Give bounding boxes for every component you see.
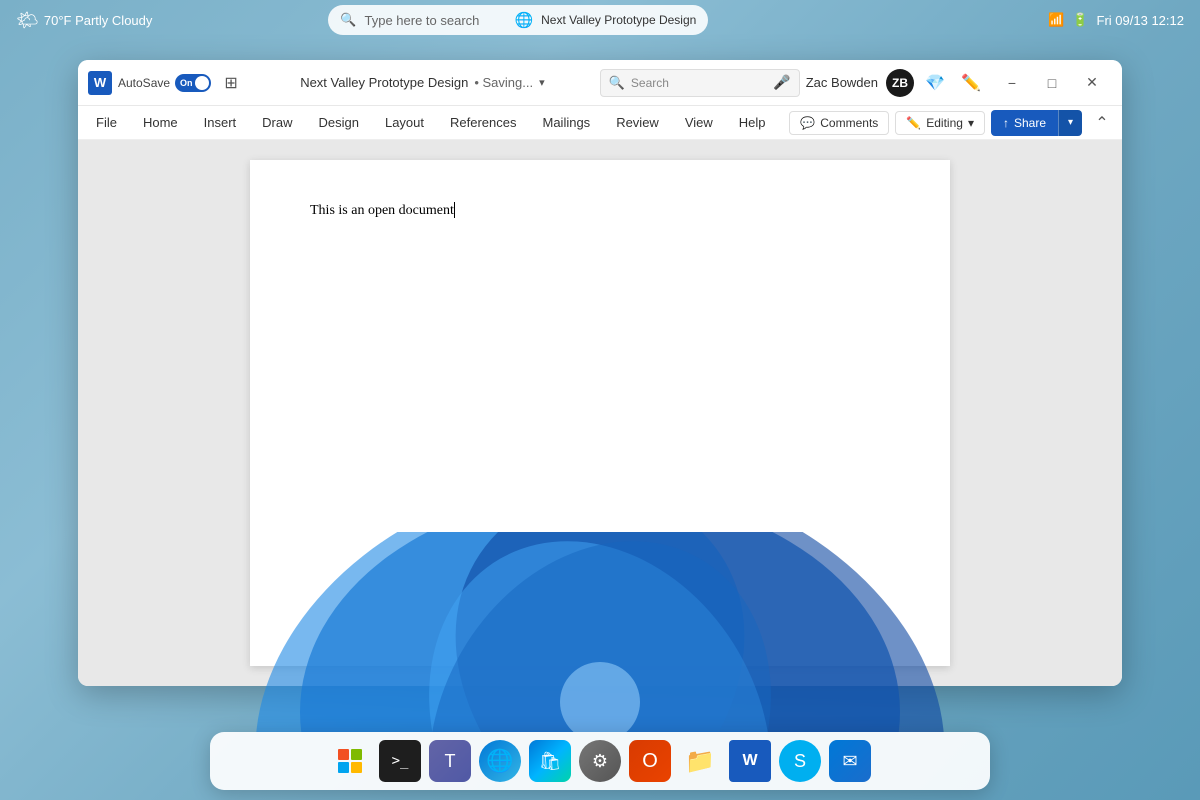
document-text: This is an open document — [310, 203, 454, 218]
taskbar-icon-explorer[interactable]: 📁 — [679, 740, 721, 782]
tab-insert[interactable]: Insert — [192, 110, 249, 135]
comments-label: Comments — [820, 116, 878, 130]
editing-label: Editing — [926, 116, 963, 130]
system-tray: 📶 🔋 Fri 09/13 12:12 — [1048, 12, 1184, 28]
ribbon-tabs: File Home Insert Draw Design Layout Refe… — [78, 106, 1122, 140]
tab-mailings[interactable]: Mailings — [531, 110, 603, 135]
share-button[interactable]: ↑ Share — [991, 110, 1058, 136]
tab-file[interactable]: File — [84, 110, 129, 135]
taskbar-icon-teams[interactable]: T — [429, 740, 471, 782]
wifi-icon[interactable]: 📶 — [1048, 12, 1064, 28]
pen-icon[interactable]: ✏️ — [956, 68, 986, 98]
taskbar-icon-store[interactable]: 🛍 — [529, 740, 571, 782]
ribbon-actions: 💬 Comments ✏️ Editing ▾ ↑ Share ▾ ⌃ — [789, 109, 1116, 137]
editing-button[interactable]: ✏️ Editing ▾ — [895, 111, 985, 135]
tab-home[interactable]: Home — [131, 110, 190, 135]
taskbar-icon-mail[interactable]: ✉ — [829, 740, 871, 782]
top-bar: 🌤 70°F Partly Cloudy 🔍 Type here to sear… — [0, 0, 1200, 40]
autosave-area: AutoSave On — [118, 74, 211, 92]
weather-text: 70°F Partly Cloudy — [44, 13, 153, 28]
tab-review[interactable]: Review — [604, 110, 671, 135]
skype-icon: S — [794, 751, 806, 772]
title-bar: W AutoSave On ⊞ Next Valley Prototype De… — [78, 60, 1122, 106]
doc-title-text: Next Valley Prototype Design — [300, 75, 468, 90]
maximize-button[interactable]: □ — [1032, 67, 1072, 99]
share-icon: ↑ — [1003, 116, 1009, 130]
share-group: ↑ Share ▾ — [991, 110, 1082, 136]
settings-icon: ⚙ — [592, 751, 608, 772]
editing-icon: ✏️ — [906, 116, 921, 130]
taskbar-icon-settings[interactable]: ⚙ — [579, 740, 621, 782]
taskbar-icon-word[interactable]: W — [729, 740, 771, 782]
toggle-circle — [195, 76, 209, 90]
autosave-toggle[interactable]: On — [175, 74, 211, 92]
taskbar-icon-office[interactable]: O — [629, 740, 671, 782]
saving-indicator: • Saving... — [474, 75, 533, 90]
user-name: Zac Bowden — [806, 75, 878, 90]
title-chevron-icon[interactable]: ▾ — [539, 76, 545, 89]
taskbar-app-label: Next Valley Prototype Design — [541, 13, 696, 27]
taskbar-search[interactable]: 🔍 Type here to search 🌐 Next Valley Prot… — [328, 5, 708, 35]
window-controls: − □ ✕ — [992, 67, 1112, 99]
taskbar: >_ T 🌐 🛍 ⚙ O 📁 W S ✉ — [210, 732, 990, 790]
document-content[interactable]: This is an open document — [310, 200, 890, 221]
minimize-button[interactable]: − — [992, 67, 1032, 99]
weather-icon: 🌤 — [16, 10, 39, 31]
taskbar-icon-edge[interactable]: 🌐 — [479, 740, 521, 782]
search-box-placeholder: Search — [631, 76, 767, 90]
tab-draw[interactable]: Draw — [250, 110, 304, 135]
taskbar-icon-terminal[interactable]: >_ — [379, 740, 421, 782]
office-icon: O — [642, 750, 658, 773]
tab-references[interactable]: References — [438, 110, 528, 135]
comments-icon: 💬 — [800, 116, 815, 130]
teams-icon: T — [445, 751, 456, 772]
tab-view[interactable]: View — [673, 110, 725, 135]
word-window: W AutoSave On ⊞ Next Valley Prototype De… — [78, 60, 1122, 686]
autosave-label: AutoSave — [118, 76, 170, 90]
mail-icon: ✉ — [842, 751, 857, 772]
diamond-icon[interactable]: 💎 — [920, 68, 950, 98]
collapse-ribbon-button[interactable]: ⌃ — [1088, 109, 1116, 137]
battery-icon[interactable]: 🔋 — [1072, 12, 1088, 28]
ribbon-search-box[interactable]: 🔍 Search 🎤 — [600, 69, 800, 97]
store-icon: 🛍 — [539, 751, 562, 772]
search-placeholder-text: Type here to search — [365, 13, 507, 28]
explorer-icon: 📁 — [685, 747, 715, 776]
document-page[interactable]: This is an open document — [250, 160, 950, 666]
tab-layout[interactable]: Layout — [373, 110, 436, 135]
quick-access-button[interactable]: ⊞ — [217, 69, 245, 97]
text-cursor — [454, 202, 455, 218]
taskbar-icon-skype[interactable]: S — [779, 740, 821, 782]
share-dropdown-button[interactable]: ▾ — [1058, 110, 1082, 136]
weather-widget[interactable]: 🌤 70°F Partly Cloudy — [16, 10, 152, 31]
avatar[interactable]: ZB — [886, 69, 914, 97]
user-area: Zac Bowden ZB — [806, 69, 914, 97]
terminal-icon: >_ — [392, 753, 409, 769]
edge-icon: 🌐 — [486, 748, 513, 774]
editing-chevron-icon: ▾ — [968, 116, 974, 130]
toggle-on-label: On — [180, 78, 193, 88]
edge-icon-small: 🌐 — [514, 11, 533, 29]
tab-design[interactable]: Design — [307, 110, 371, 135]
tab-help[interactable]: Help — [727, 110, 778, 135]
comments-button[interactable]: 💬 Comments — [789, 111, 889, 135]
close-button[interactable]: ✕ — [1072, 67, 1112, 99]
doc-title-area: Next Valley Prototype Design • Saving...… — [251, 75, 594, 90]
document-area[interactable]: This is an open document — [78, 140, 1122, 686]
word-logo: W — [88, 71, 112, 95]
taskbar-icon-windows-start[interactable] — [329, 740, 371, 782]
datetime[interactable]: Fri 09/13 12:12 — [1097, 13, 1184, 28]
word-icon: W — [742, 752, 757, 770]
share-label: Share — [1014, 116, 1046, 130]
